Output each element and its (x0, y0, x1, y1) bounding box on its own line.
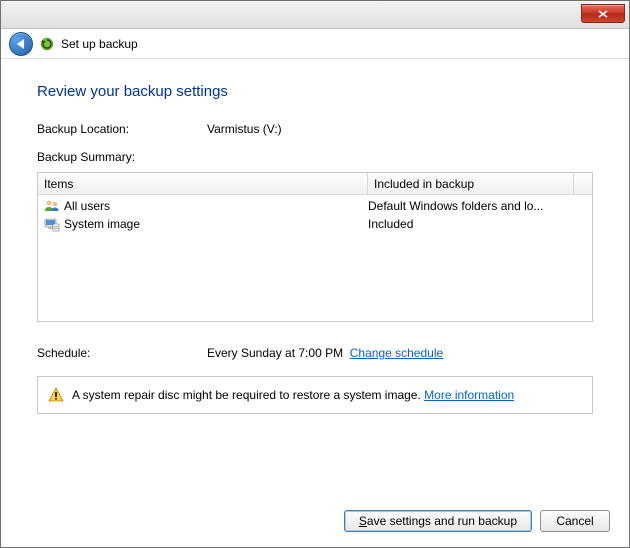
nav-title: Set up backup (61, 37, 138, 51)
row-item-label: All users (64, 199, 110, 213)
backup-icon (39, 36, 55, 52)
schedule-label: Schedule: (37, 346, 207, 360)
row-item-label: System image (64, 217, 140, 231)
row-included-value: Default Windows folders and lo... (368, 199, 586, 213)
users-icon (44, 198, 60, 214)
backup-location-label: Backup Location: (37, 122, 207, 136)
close-icon (598, 10, 608, 18)
info-box: A system repair disc might be required t… (37, 376, 593, 414)
backup-location-row: Backup Location: Varmistus (V:) (37, 122, 593, 136)
more-information-link[interactable]: More information (424, 388, 514, 402)
schedule-row: Schedule: Every Sunday at 7:00 PM Change… (37, 346, 593, 360)
content-area: Review your backup settings Backup Locat… (1, 59, 629, 414)
schedule-value: Every Sunday at 7:00 PM (207, 346, 343, 360)
table-row[interactable]: All users Default Windows folders and lo… (38, 197, 592, 215)
column-spacer (574, 173, 592, 194)
close-button[interactable] (581, 4, 625, 23)
info-text: A system repair disc might be required t… (72, 388, 424, 402)
backup-location-value: Varmistus (V:) (207, 122, 282, 136)
change-schedule-link[interactable]: Change schedule (350, 346, 443, 360)
back-button[interactable] (9, 32, 33, 56)
info-text-wrap: A system repair disc might be required t… (72, 388, 514, 402)
table-header: Items Included in backup (38, 173, 592, 195)
summary-table: Items Included in backup All users (37, 172, 593, 322)
nav-bar: Set up backup (1, 29, 629, 59)
column-included[interactable]: Included in backup (368, 173, 574, 194)
page-heading: Review your backup settings (37, 83, 593, 100)
save-run-button[interactable]: Save settings and run backup (344, 510, 532, 532)
warning-icon (48, 387, 64, 403)
row-included-value: Included (368, 217, 586, 231)
title-bar (1, 1, 629, 29)
column-items[interactable]: Items (38, 173, 368, 194)
backup-summary-label: Backup Summary: (37, 150, 593, 164)
button-row: Save settings and run backup Cancel (344, 510, 610, 532)
back-arrow-icon (17, 39, 24, 49)
system-image-icon (44, 216, 60, 232)
table-row[interactable]: System image Included (38, 215, 592, 233)
cancel-button[interactable]: Cancel (540, 510, 610, 532)
